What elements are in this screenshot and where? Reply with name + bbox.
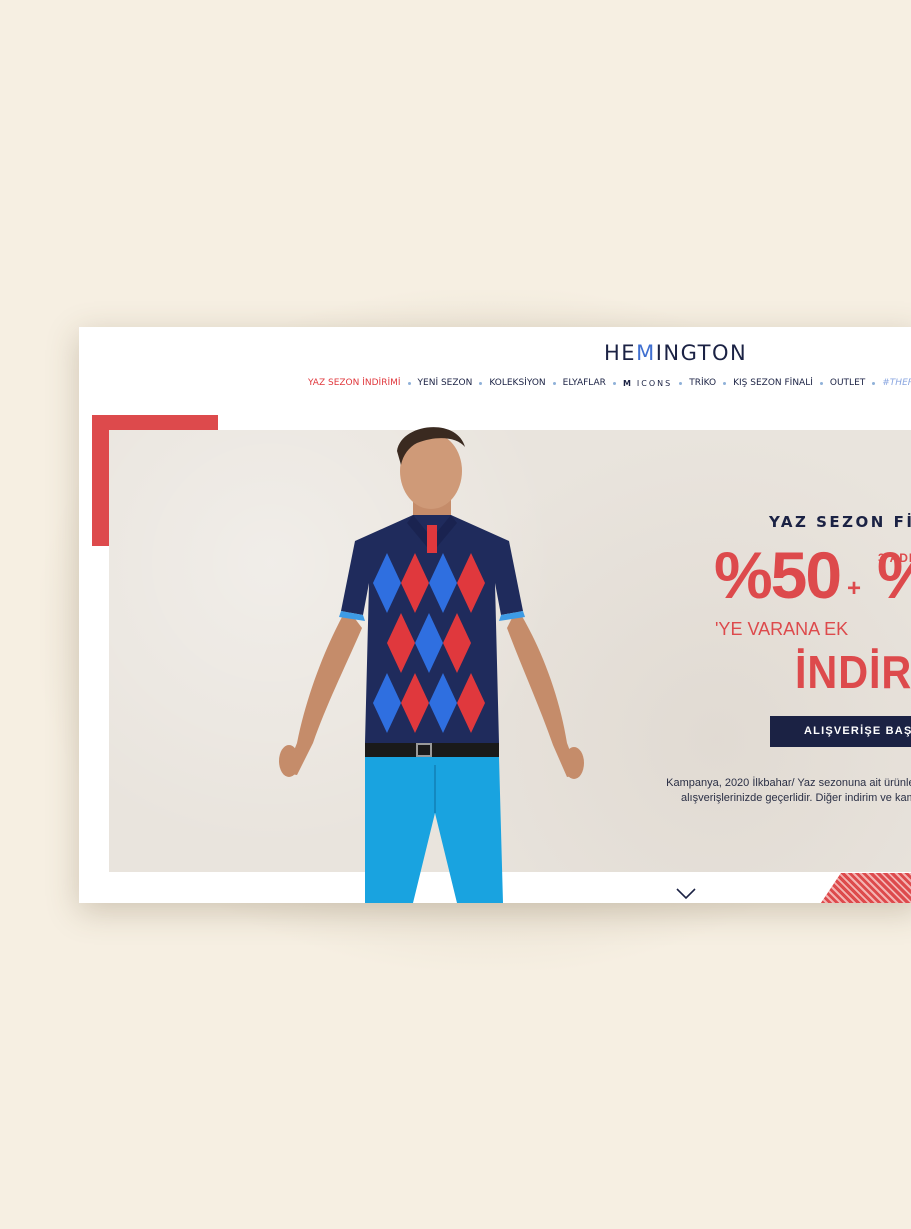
nav-item-triko[interactable]: TRİKO xyxy=(686,378,719,388)
chevron-down-icon[interactable] xyxy=(675,887,697,901)
model-figure xyxy=(279,427,584,903)
promo-plus: + xyxy=(847,575,862,602)
promo-discount: %50 xyxy=(714,538,842,612)
promo-subtitle: 'YE VARANA EK xyxy=(715,619,849,639)
promo-second-discount: % xyxy=(877,542,911,608)
nav-separator xyxy=(819,381,823,385)
promo-terms: Kampanya, 2020 İlkbahar/ Yaz sezonuna ai… xyxy=(665,776,911,806)
nav-item-elyaflar[interactable]: ELYAFLAR xyxy=(560,378,609,388)
promo-title: YAZ SEZON FİN xyxy=(769,513,911,531)
nav-item-thepolo[interactable]: #THEPOL xyxy=(879,378,911,388)
nav-separator xyxy=(679,381,683,385)
logo-prefix: HE xyxy=(604,341,637,365)
website-screenshot: HEMINGTON YAZ SEZON İNDİRİMİ YENİ SEZON … xyxy=(79,327,911,903)
promo-terms-line-1: Kampanya, 2020 İlkbahar/ Yaz sezonuna ai… xyxy=(666,777,911,789)
promo-headline: İNDİRİM xyxy=(795,646,911,698)
icons-mark: M xyxy=(622,378,631,388)
nav-separator xyxy=(552,381,556,385)
logo-suffix: INGTON xyxy=(655,341,748,365)
nav-separator xyxy=(612,381,616,385)
nav-separator xyxy=(872,381,876,385)
nav-separator xyxy=(479,381,483,385)
icons-label: ICONS xyxy=(636,378,673,388)
nav-item-yeni-sezon[interactable]: YENİ SEZON xyxy=(415,378,476,388)
promo-terms-line-2: alışverişlerinizde geçerlidir. Diğer ind… xyxy=(681,792,911,804)
nav-item-koleksiyon[interactable]: KOLEKSİYON xyxy=(486,378,548,388)
logo-mark: M xyxy=(636,341,656,365)
main-nav: YAZ SEZON İNDİRİMİ YENİ SEZON KOLEKSİYON… xyxy=(305,376,911,390)
nav-item-icons[interactable]: M ICONS xyxy=(620,379,675,388)
nav-item-yaz-sezon-indirimi[interactable]: YAZ SEZON İNDİRİMİ xyxy=(305,378,404,388)
nav-separator xyxy=(723,381,727,385)
start-shopping-button[interactable]: ALIŞVERİŞE BAŞLA xyxy=(770,716,911,747)
decorative-pattern xyxy=(821,873,911,903)
nav-item-outlet[interactable]: OUTLET xyxy=(827,378,868,388)
brand-logo[interactable]: HEMINGTON xyxy=(604,341,747,365)
nav-separator xyxy=(407,381,411,385)
nav-item-kis-sezon-finali[interactable]: KIŞ SEZON FİNALİ xyxy=(730,378,816,388)
